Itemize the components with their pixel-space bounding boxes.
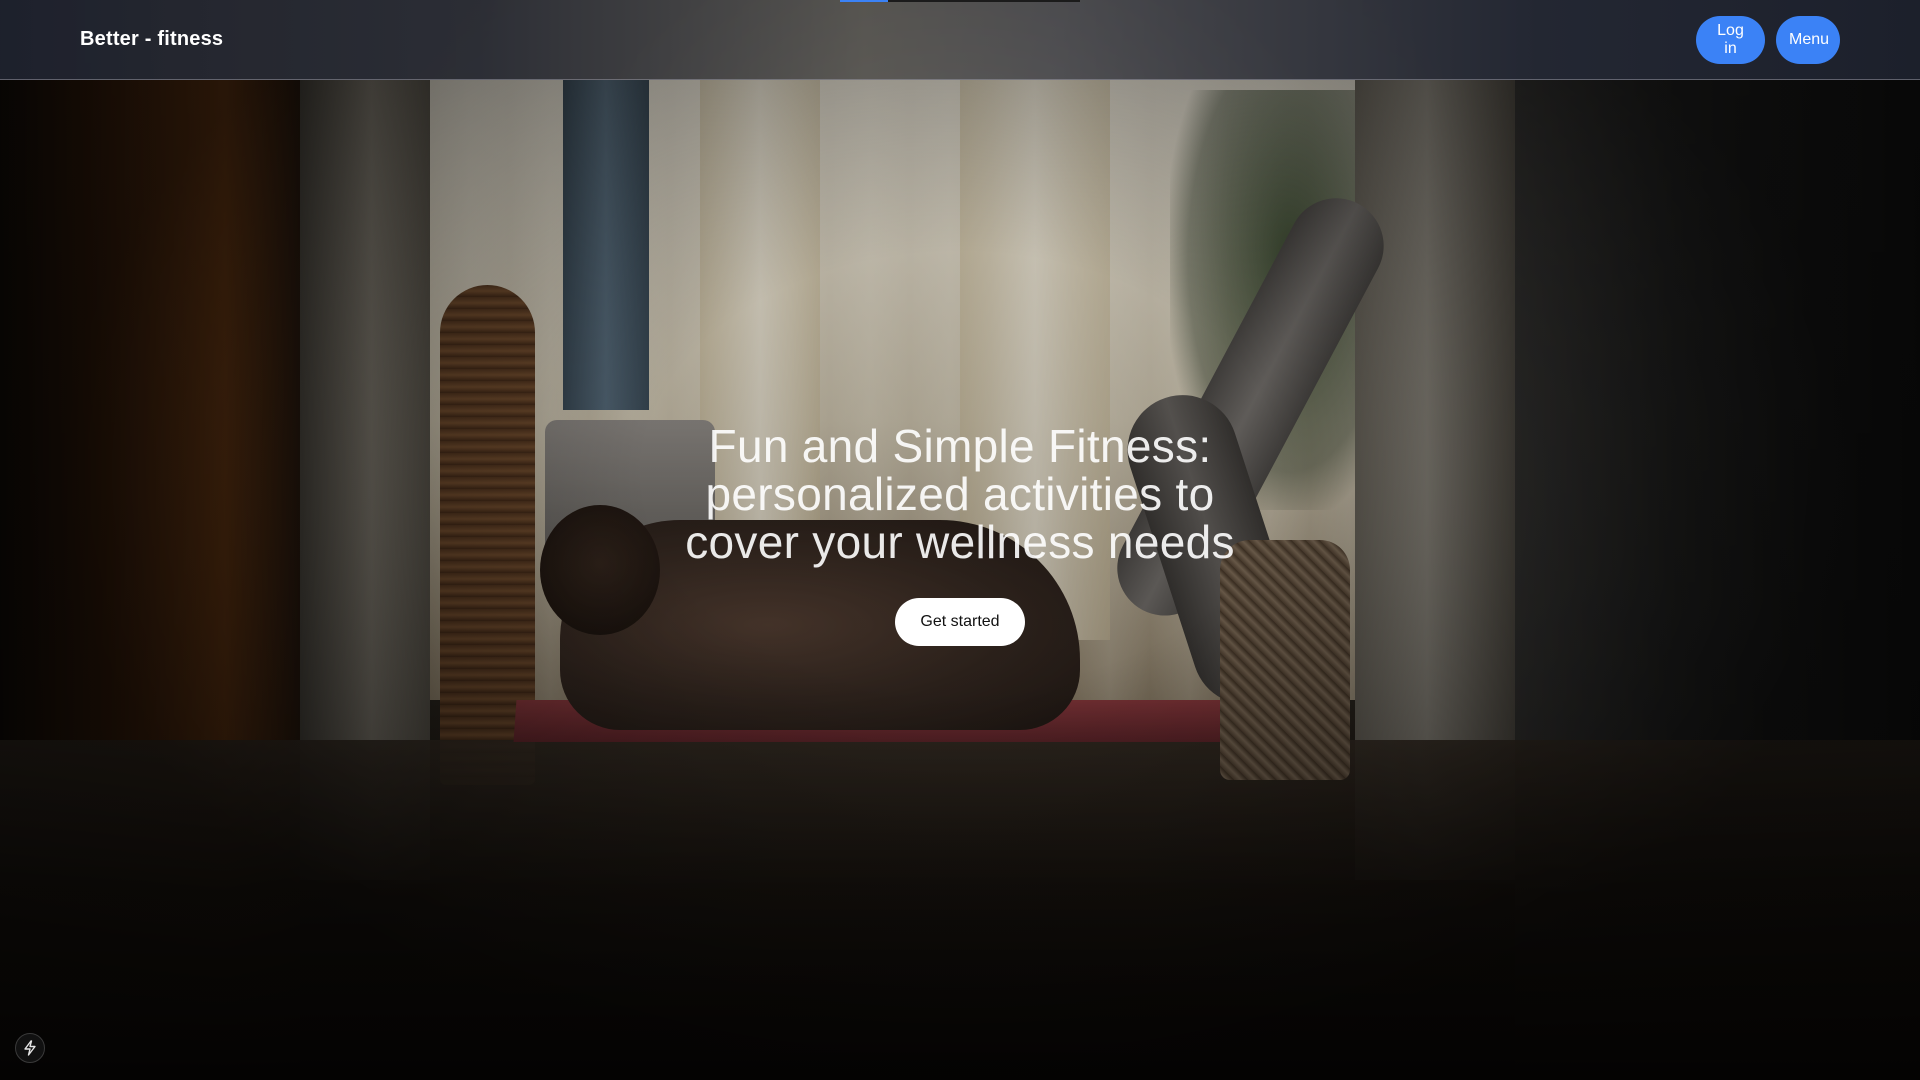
menu-button[interactable]: Menu xyxy=(1776,16,1840,64)
hero-headline-line: cover your wellness needs xyxy=(685,516,1235,568)
dev-indicator-badge[interactable] xyxy=(15,1033,45,1063)
loading-progress-fill xyxy=(840,0,888,2)
hero-headline: Fun and Simple Fitness: personalized act… xyxy=(560,422,1360,566)
landing-page: Better - fitness Log in Menu Fun and Sim… xyxy=(0,0,1920,1080)
get-started-button[interactable]: Get started xyxy=(895,598,1025,646)
brand-logo-text[interactable]: Better - fitness xyxy=(80,28,223,51)
login-button[interactable]: Log in xyxy=(1696,16,1765,64)
lightning-bolt-icon xyxy=(24,1040,36,1056)
hero-section: Fun and Simple Fitness: personalized act… xyxy=(560,422,1360,646)
hero-headline-line: Fun and Simple Fitness: xyxy=(708,420,1212,472)
top-nav-bar: Better - fitness Log in Menu xyxy=(0,0,1920,80)
loading-progress-bar xyxy=(840,0,1080,2)
hero-headline-line: personalized activities to xyxy=(705,468,1215,520)
